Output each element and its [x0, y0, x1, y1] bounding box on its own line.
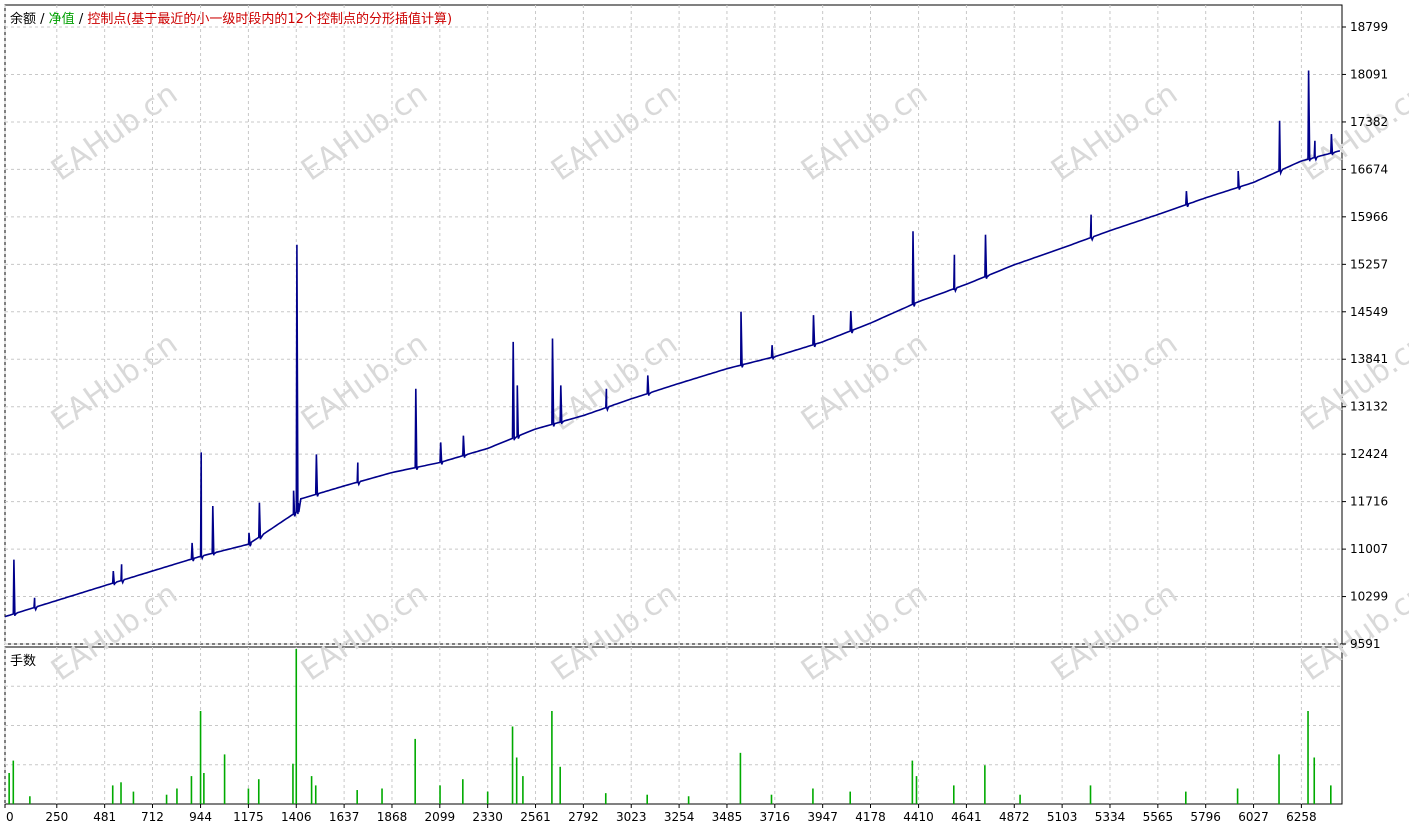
- legend-equity: 净值: [48, 12, 75, 27]
- x-tick-label: 5103: [1047, 810, 1078, 824]
- x-tick-label: 6258: [1286, 810, 1317, 824]
- x-tick-label: 2330: [472, 810, 503, 824]
- y-tick-label: 13841: [1350, 352, 1388, 366]
- x-tick-label: 3716: [760, 810, 791, 824]
- x-tick-label: 1637: [329, 810, 360, 824]
- x-tick-label: 944: [189, 810, 212, 824]
- x-tick-label: 3254: [664, 810, 695, 824]
- y-tick-label: 17382: [1350, 115, 1388, 129]
- legend-control-points: 控制点(基于最近的小一级时段内的12个控制点的分形插值计算): [87, 12, 453, 27]
- y-tick-label: 10299: [1350, 590, 1388, 604]
- legend-separator: /: [74, 12, 88, 27]
- x-tick-label: 2561: [520, 810, 551, 824]
- x-tick-label: 4178: [855, 810, 886, 824]
- x-tick-label: 5334: [1095, 810, 1126, 824]
- y-axis-ticks: 18799 18091 17382 16674 15966 15257 14549 13841…: [1342, 20, 1388, 651]
- x-tick-label: 5796: [1190, 810, 1221, 824]
- x-tick-label: 250: [45, 810, 68, 824]
- y-tick-label: 14549: [1350, 305, 1388, 319]
- y-tick-label: 18091: [1350, 67, 1388, 81]
- y-tick-label: 16674: [1350, 162, 1388, 176]
- x-tick-label: 6027: [1238, 810, 1269, 824]
- x-tick-label: 481: [93, 810, 116, 824]
- x-tick-label: 4410: [903, 810, 934, 824]
- y-tick-label: 15257: [1350, 257, 1388, 271]
- x-tick-label: 3023: [616, 810, 647, 824]
- x-tick-label: 5565: [1143, 810, 1174, 824]
- chart-canvas: EAHub.cn EAHub.cn EAHub.cn EAHub.cn EAHub.cn…: [4, 4, 1409, 824]
- x-tick-label: 3485: [712, 810, 743, 824]
- x-tick-label: 1406: [281, 810, 312, 824]
- legend-balance: 余额: [10, 12, 37, 27]
- x-tick-label: 2099: [425, 810, 456, 824]
- y-tick-label: 15966: [1350, 210, 1388, 224]
- x-tick-label: 2792: [568, 810, 599, 824]
- y-tick-label: 12424: [1350, 447, 1388, 461]
- x-tick-label: 0: [6, 810, 14, 824]
- x-tick-label: 1868: [377, 810, 408, 824]
- x-tick-label: 3947: [807, 810, 838, 824]
- x-tick-label: 4872: [999, 810, 1030, 824]
- legend-separator: /: [36, 12, 49, 27]
- y-tick-label: 9591: [1350, 637, 1381, 651]
- x-tick-label: 1175: [233, 810, 264, 824]
- lots-panel-label: 手数: [10, 654, 37, 669]
- x-tick-label: 712: [141, 810, 164, 824]
- chart-legend: 余额 / 净值 / 控制点(基于最近的小一级时段内的12个控制点的分形插值计算): [10, 8, 452, 27]
- x-tick-label: 4641: [951, 810, 982, 824]
- y-tick-label: 13132: [1350, 400, 1388, 414]
- y-tick-label: 11007: [1350, 542, 1388, 556]
- y-tick-label: 18799: [1350, 20, 1388, 34]
- y-tick-label: 11716: [1350, 495, 1388, 509]
- x-axis-ticks: 0 250 481 712 944 1175 1406 1637 1868 2099 2330 256…: [4, 804, 1317, 824]
